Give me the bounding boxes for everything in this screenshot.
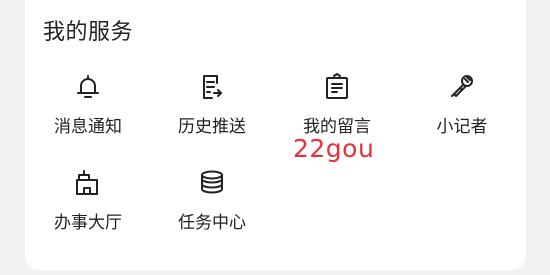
service-message-notification[interactable]: 消息通知: [38, 72, 138, 152]
service-label: 任务中心: [178, 213, 246, 233]
task-database-icon: [197, 168, 227, 198]
watermark: 22gou: [293, 134, 375, 163]
service-label: 消息通知: [54, 117, 122, 137]
service-label: 办事大厅: [54, 213, 122, 233]
history-push-icon: [197, 72, 227, 102]
service-hall[interactable]: 办事大厅: [38, 168, 138, 248]
bell-icon: [73, 72, 103, 102]
service-label: 历史推送: [178, 117, 246, 137]
service-history-push[interactable]: 历史推送: [162, 72, 262, 152]
message-board-icon: [322, 72, 352, 102]
service-little-reporter[interactable]: 小记者: [412, 72, 512, 152]
section-title: 我的服务: [43, 20, 134, 45]
service-hall-icon: [73, 168, 103, 198]
microphone-icon: [447, 72, 477, 102]
service-task-center[interactable]: 任务中心: [162, 168, 262, 248]
service-label: 小记者: [436, 117, 488, 137]
